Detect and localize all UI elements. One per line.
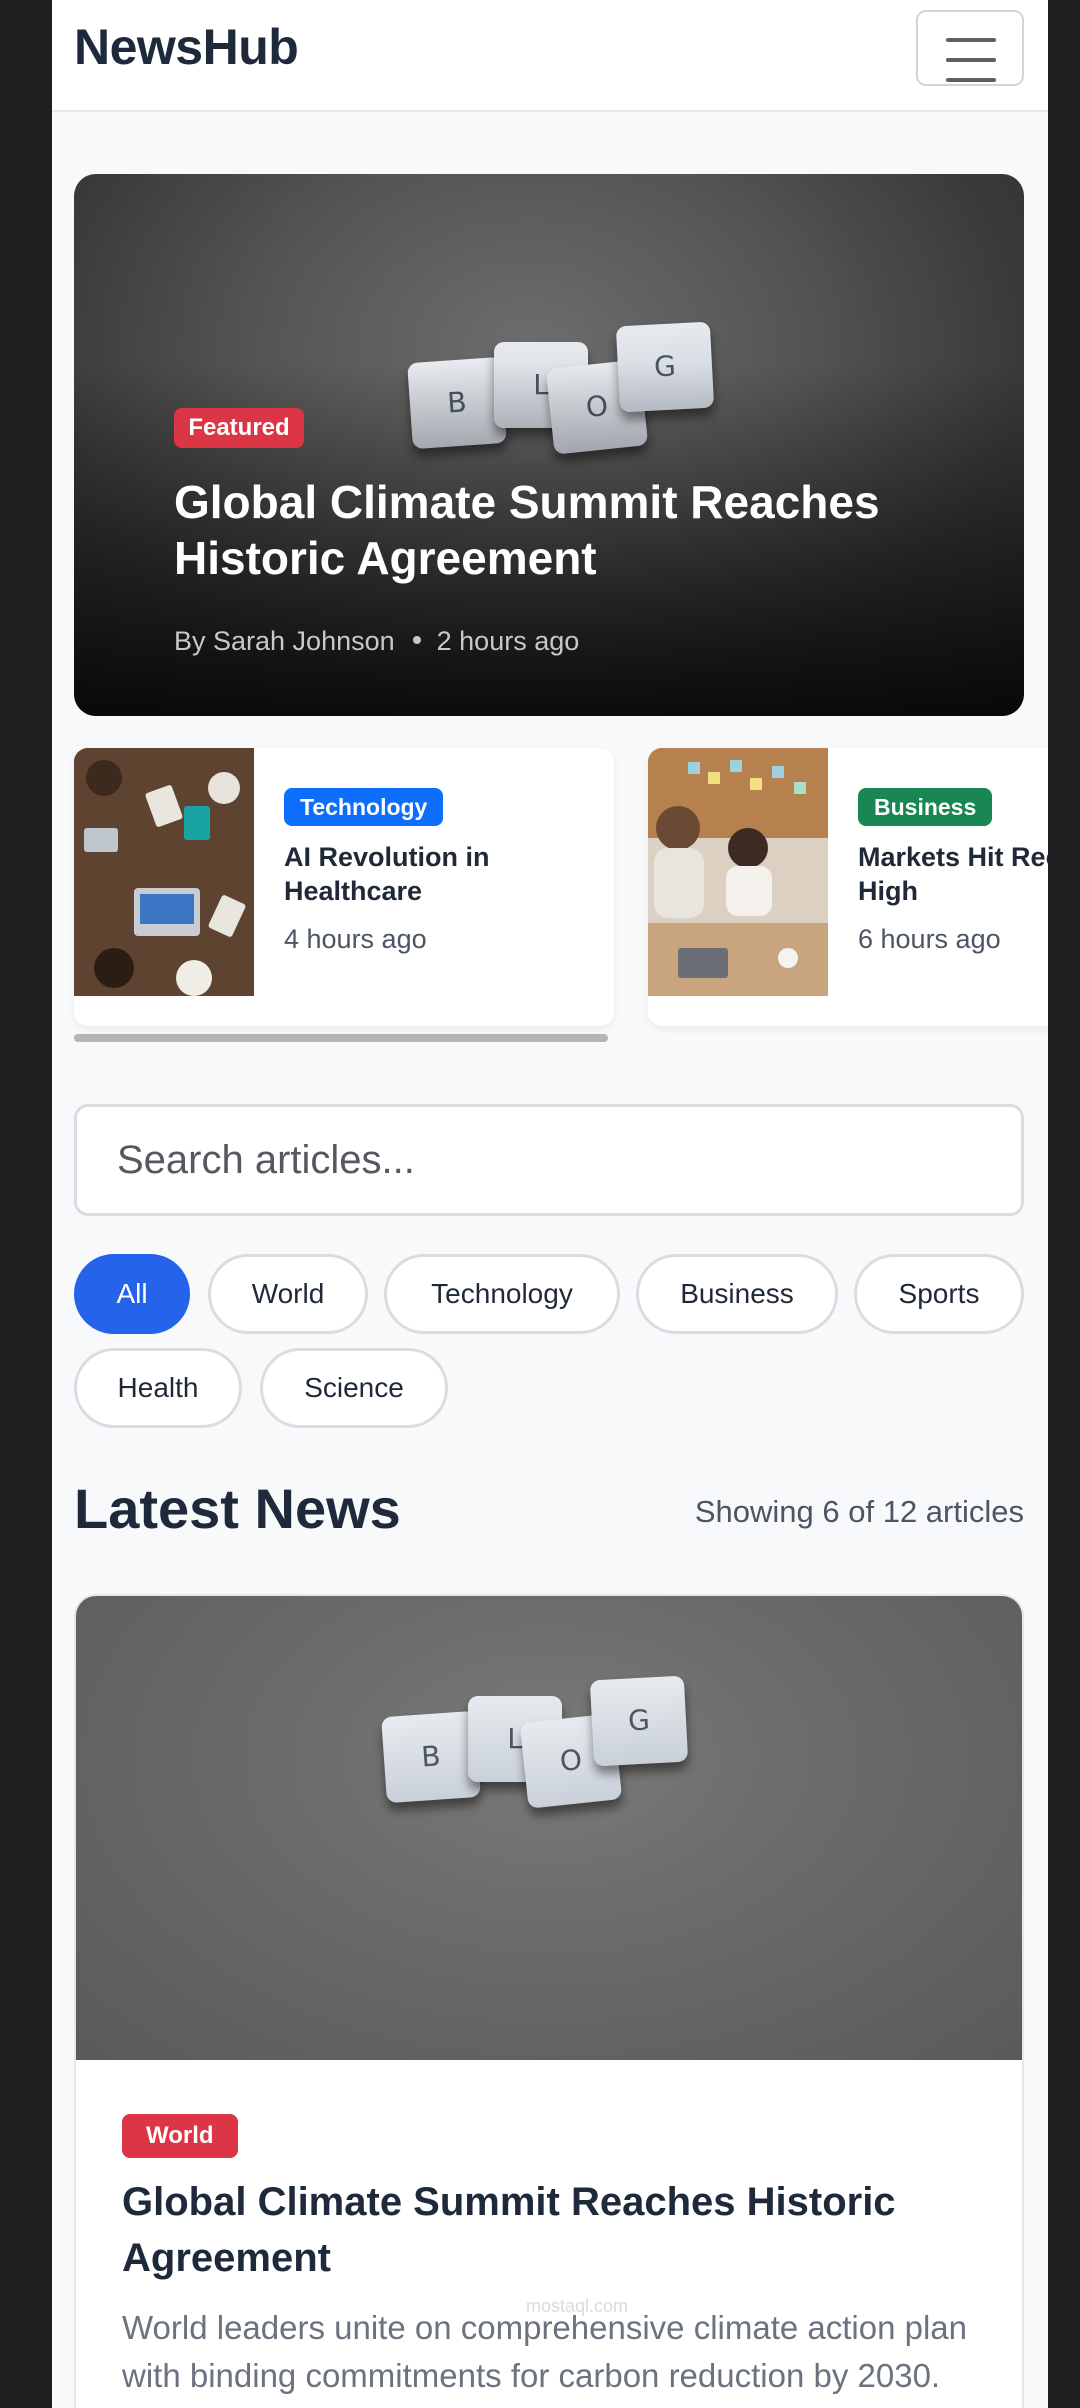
carousel-scrollbar[interactable]	[74, 1034, 608, 1042]
filter-chip-science[interactable]: Science	[260, 1348, 448, 1428]
article-thumbnail	[74, 748, 254, 996]
separator-dot	[412, 636, 421, 645]
blog-tile: G	[589, 1675, 689, 1767]
hamburger-menu-icon	[946, 38, 996, 42]
filter-chip-sports[interactable]: Sports	[854, 1254, 1024, 1334]
hamburger-line	[946, 58, 996, 62]
carousel-card[interactable]: Technology AI Revolution in Healthcare 4…	[74, 748, 614, 1026]
business-meeting-photo-icon	[648, 748, 828, 996]
article-title[interactable]: Global Climate Summit Reaches Historic A…	[122, 2174, 982, 2286]
hero-time: 2 hours ago	[436, 626, 580, 656]
category-badge-technology: Technology	[284, 788, 444, 826]
search-input[interactable]	[74, 1104, 1024, 1216]
hero-title[interactable]: Global Climate Summit Reaches Historic A…	[174, 474, 954, 586]
blog-tile: B	[381, 1710, 481, 1804]
filter-chip-world[interactable]: World	[208, 1254, 368, 1334]
hero-author: By Sarah Johnson	[174, 626, 395, 656]
brand-logo[interactable]: NewsHub	[74, 18, 299, 76]
filter-chip-health[interactable]: Health	[74, 1348, 242, 1428]
featured-badge: Featured	[174, 408, 304, 448]
page: NewsHub B L O G Featured Global Climate …	[52, 0, 1048, 2408]
hero-meta: By Sarah Johnson 2 hours ago	[174, 626, 579, 657]
category-badge-world: World	[122, 2114, 238, 2158]
section-title: Latest News	[74, 1477, 401, 1540]
carousel-time: 6 hours ago	[858, 924, 1001, 954]
hero-featured-article[interactable]: B L O G Featured Global Climate Summit R…	[74, 174, 1024, 716]
article-image: B L O G	[76, 1596, 1022, 2060]
filter-chip-business[interactable]: Business	[636, 1254, 838, 1334]
menu-toggle-button[interactable]	[916, 10, 1024, 86]
filter-chip-technology[interactable]: Technology	[384, 1254, 620, 1334]
article-count: Showing 6 of 12 articles	[694, 1494, 1024, 1529]
article-excerpt: World leaders unite on comprehensive cli…	[122, 2309, 968, 2394]
article-thumbnail	[648, 748, 828, 996]
watermark: mostaql.com	[526, 2296, 629, 2316]
article-card[interactable]: B L O G World Global Climate Summit Reac…	[74, 1594, 1024, 2408]
carousel-title[interactable]: AI Revolution in Healthcare	[284, 840, 594, 908]
navbar: NewsHub	[52, 0, 1048, 112]
meeting-photo-icon	[74, 748, 254, 996]
category-badge-business: Business	[858, 788, 993, 826]
filter-chip-all[interactable]: All	[74, 1254, 190, 1334]
carousel-title[interactable]: Markets Hit Record High	[858, 840, 1048, 908]
carousel-card[interactable]: Business Markets Hit Record High 6 hours…	[648, 748, 1048, 1026]
carousel-time: 4 hours ago	[284, 924, 427, 954]
hamburger-line	[946, 78, 996, 82]
